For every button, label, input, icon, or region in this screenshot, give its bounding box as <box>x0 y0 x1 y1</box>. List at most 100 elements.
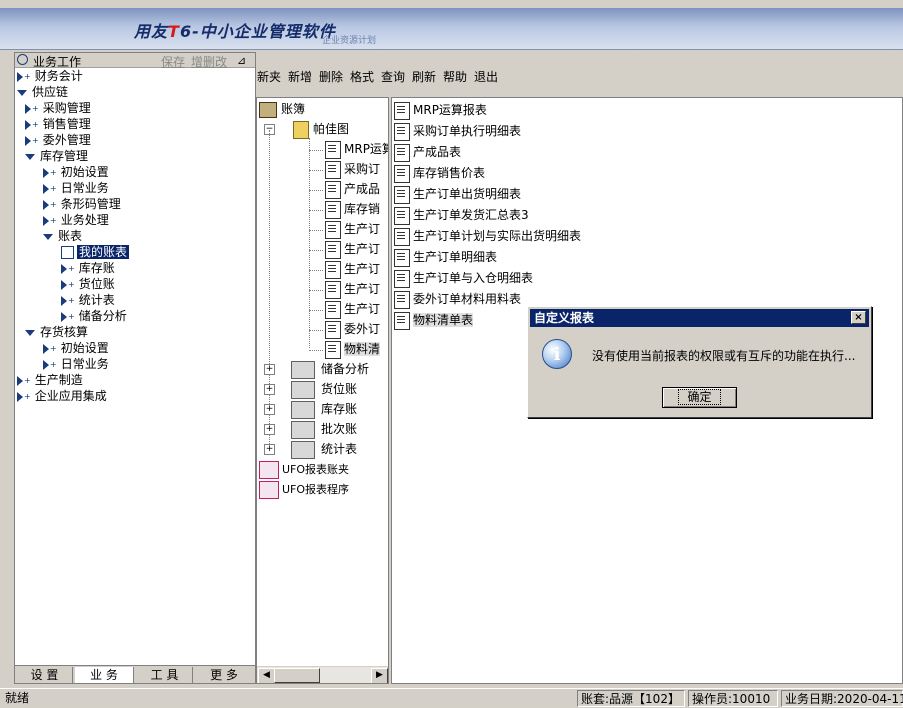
refresh-icon[interactable] <box>17 54 28 65</box>
chevron-right-icon[interactable] <box>43 343 49 354</box>
chevron-right-icon[interactable] <box>61 279 67 290</box>
report-list-item[interactable]: 生产订单出货明细表 <box>394 184 521 204</box>
refresh-button[interactable]: 刷新 <box>412 68 436 85</box>
tree-ufo[interactable]: UFO报表程序 <box>259 480 349 499</box>
expand-icon[interactable]: + <box>264 364 275 375</box>
scroll-thumb[interactable] <box>274 668 320 683</box>
chevron-right-icon[interactable] <box>25 119 31 130</box>
tree-report-item[interactable]: 生产订 <box>325 240 380 259</box>
tree-item[interactable]: + 货位账 <box>61 276 115 292</box>
close-icon[interactable]: × <box>851 311 866 324</box>
tree-item[interactable]: + 库存账 <box>61 260 115 276</box>
tree-item[interactable]: + 企业应用集成 <box>17 388 107 404</box>
chevron-down-icon[interactable] <box>17 89 27 96</box>
chevron-right-icon[interactable] <box>25 103 31 114</box>
help-button[interactable]: 帮助 <box>443 68 467 85</box>
tree-item[interactable]: 账表 <box>43 228 82 244</box>
report-list-item[interactable]: 产成品表 <box>394 142 461 162</box>
chevron-down-icon[interactable] <box>43 233 53 240</box>
report-list-item[interactable]: 生产订单发货汇总表3 <box>394 205 529 225</box>
add-delete-link[interactable]: 增删改 <box>191 53 227 70</box>
tree-group[interactable]: 储备分析 <box>291 360 369 379</box>
tree-item[interactable]: 我的账表 <box>61 244 130 260</box>
expand-icon[interactable]: + <box>264 384 275 395</box>
tab-more[interactable]: 更 多 <box>195 667 253 683</box>
tree-report-item[interactable]: 产成品 <box>325 180 380 199</box>
exit-button[interactable]: 退出 <box>474 68 498 85</box>
tree-group[interactable]: 批次账 <box>291 420 357 439</box>
pin-icon[interactable]: ⊿ <box>237 54 246 67</box>
tree-report-item[interactable]: 物料清 <box>325 340 381 359</box>
chevron-right-icon[interactable] <box>61 311 67 322</box>
chevron-right-icon[interactable] <box>61 263 67 274</box>
report-list-item[interactable]: 库存销售价表 <box>394 163 485 183</box>
horizontal-scrollbar[interactable]: ◀ ▶ <box>257 666 388 683</box>
report-icon[interactable] <box>61 246 74 259</box>
report-list-item[interactable]: 生产订单计划与实际出货明细表 <box>394 226 581 246</box>
tree-item[interactable]: 存货核算 <box>25 324 88 340</box>
new-button[interactable]: 新增 <box>288 68 312 85</box>
scroll-right-icon[interactable]: ▶ <box>371 668 388 683</box>
tree-ufo[interactable]: UFO报表账夹 <box>259 460 349 479</box>
chevron-right-icon[interactable] <box>43 167 49 178</box>
chevron-right-icon[interactable] <box>17 375 23 386</box>
tree-item[interactable]: 库存管理 <box>25 148 88 164</box>
tree-item[interactable]: + 条形码管理 <box>43 196 121 212</box>
delete-button[interactable]: 删除 <box>319 68 343 85</box>
report-list-item[interactable]: 委外订单材料用料表 <box>394 289 521 309</box>
tree-report-item[interactable]: 生产订 <box>325 280 380 299</box>
report-list-item[interactable]: 生产订单与入仓明细表 <box>394 268 533 288</box>
report-list-item[interactable]: 物料清单表 <box>394 310 474 330</box>
report-list-item[interactable]: 采购订单执行明细表 <box>394 121 521 141</box>
scroll-left-icon[interactable]: ◀ <box>258 668 275 683</box>
tree-group[interactable]: 货位账 <box>291 380 357 399</box>
ok-button[interactable]: 确定 <box>662 387 737 408</box>
chevron-right-icon[interactable] <box>25 135 31 146</box>
tree-item[interactable]: + 销售管理 <box>25 116 91 132</box>
tree-item[interactable]: + 生产制造 <box>17 372 83 388</box>
tree-item[interactable]: + 业务处理 <box>43 212 109 228</box>
chevron-down-icon[interactable] <box>25 329 35 336</box>
tree-group[interactable]: 库存账 <box>291 400 357 419</box>
tree-item[interactable]: + 初始设置 <box>43 164 109 180</box>
tree-report-item[interactable]: 生产订 <box>325 300 380 319</box>
new-folder-button[interactable]: 新夹 <box>257 68 281 85</box>
tree-folder[interactable]: 帕佳图 <box>293 120 349 139</box>
tree-report-item[interactable]: 生产订 <box>325 260 380 279</box>
format-button[interactable]: 格式 <box>350 68 374 85</box>
tree-item[interactable]: + 初始设置 <box>43 340 109 356</box>
tree-item[interactable]: 供应链 <box>17 84 68 100</box>
chevron-right-icon[interactable] <box>43 183 49 194</box>
tab-settings[interactable]: 设 置 <box>17 667 73 683</box>
chevron-right-icon[interactable] <box>17 71 23 82</box>
tree-item[interactable]: + 统计表 <box>61 292 115 308</box>
chevron-right-icon[interactable] <box>43 215 49 226</box>
tree-report-item[interactable]: 库存销 <box>325 200 380 219</box>
chevron-right-icon[interactable] <box>43 359 49 370</box>
tree-item[interactable]: + 委外管理 <box>25 132 91 148</box>
expand-icon[interactable]: + <box>264 444 275 455</box>
chevron-right-icon[interactable] <box>17 391 23 402</box>
tree-item[interactable]: + 财务会计 <box>17 68 83 84</box>
tree-group[interactable]: 统计表 <box>291 440 357 459</box>
report-list-item[interactable]: MRP运算报表 <box>394 100 487 120</box>
report-list-item[interactable]: 生产订单明细表 <box>394 247 497 267</box>
expand-icon[interactable]: + <box>264 404 275 415</box>
tree-item[interactable]: + 日常业务 <box>43 180 109 196</box>
save-link[interactable]: 保存 <box>161 53 185 70</box>
chevron-right-icon[interactable] <box>61 295 67 306</box>
query-button[interactable]: 查询 <box>381 68 405 85</box>
chevron-right-icon[interactable] <box>43 199 49 210</box>
tree-report-item[interactable]: 采购订 <box>325 160 380 179</box>
chevron-down-icon[interactable] <box>25 153 35 160</box>
tree-item[interactable]: + 采购管理 <box>25 100 91 116</box>
tree-report-item[interactable]: MRP运算 <box>325 140 388 159</box>
tab-tools[interactable]: 工 具 <box>137 667 193 683</box>
tree-report-item[interactable]: 委外订 <box>325 320 380 339</box>
expand-icon[interactable]: + <box>264 424 275 435</box>
tree-root[interactable]: 账簿 <box>259 100 305 118</box>
tree-item[interactable]: + 日常业务 <box>43 356 109 372</box>
tree-report-item[interactable]: 生产订 <box>325 220 380 239</box>
tab-business[interactable]: 业 务 <box>75 667 134 683</box>
tree-item[interactable]: + 储备分析 <box>61 308 127 324</box>
